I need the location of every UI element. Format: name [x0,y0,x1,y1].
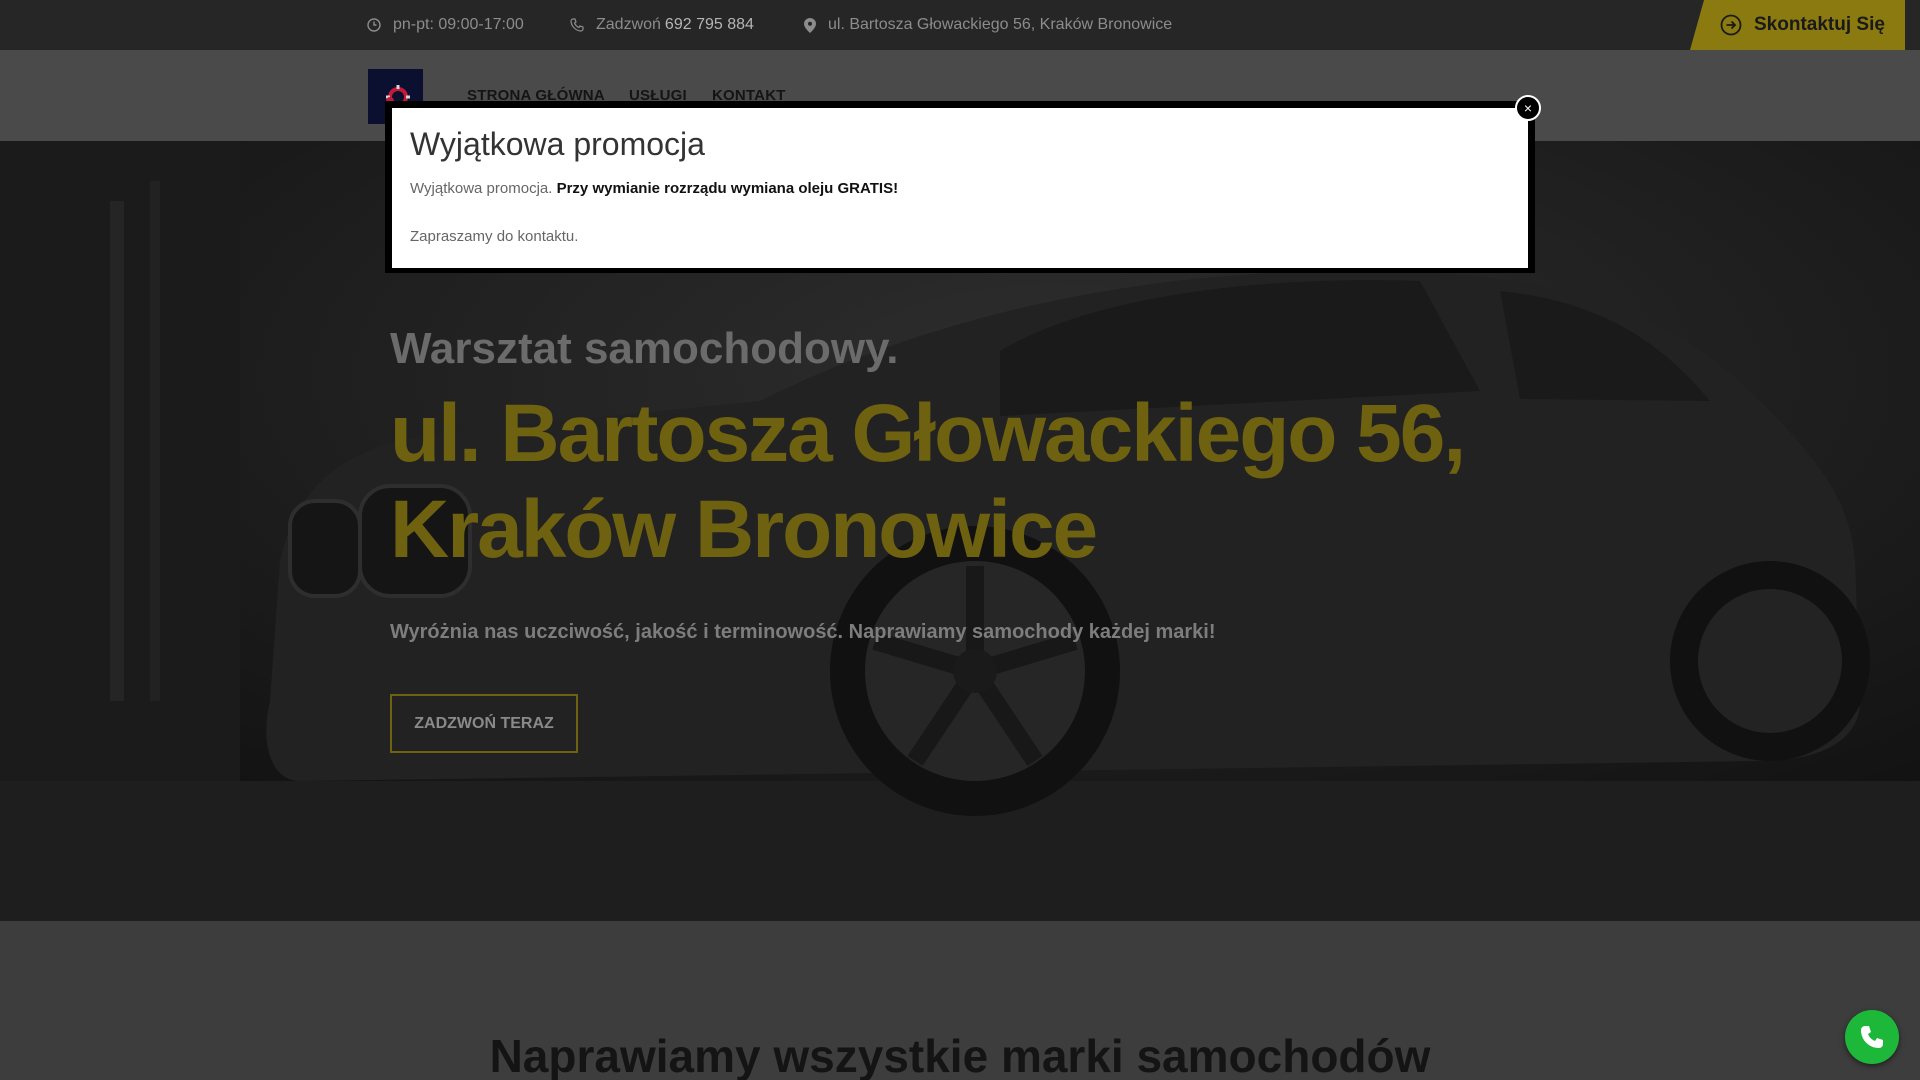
brands-section: Naprawiamy wszystkie marki samochodów [0,921,1920,1080]
promo-modal-text: Wyjątkowa promocja. Przy wymianie rozrzą… [410,180,898,197]
phone-number[interactable]: 692 795 884 [665,16,754,34]
clock-icon [367,18,381,32]
contact-button[interactable]: Skontaktuj Się [1690,0,1905,50]
close-modal-button[interactable]: × [1515,95,1541,121]
brands-section-title: Naprawiamy wszystkie marki samochodów [489,1030,1431,1080]
phone-icon [570,18,584,32]
floating-call-button[interactable] [1845,1010,1899,1064]
opening-hours: pn-pt: 09:00-17:00 [367,0,524,50]
address-text: ul. Bartosza Głowackiego 56, Kraków Bron… [828,16,1173,33]
promo-modal-content: Wyjątkowa promocja Wyjątkowa promocja. P… [392,108,1528,268]
hero-title-line2: Kraków Bronowice [390,484,1098,575]
promo-text-plain: Wyjątkowa promocja. [410,180,553,197]
phone-info[interactable]: Zadzwoń 692 795 884 [570,0,754,50]
address-info: ul. Bartosza Głowackiego 56, Kraków Bron… [804,0,1172,50]
hero-title-line1: ul. Bartosza Głowackiego 56, [390,388,1466,479]
promo-modal-title: Wyjątkowa promocja [410,126,705,162]
phone-prefix: Zadzwoń [596,16,661,33]
arrow-circle-icon [1720,14,1742,36]
call-now-button[interactable]: ZADZWOŃ TERAZ [390,694,578,753]
promo-invite-text: Zapraszamy do kontaktu. [410,228,579,245]
promo-modal: Wyjątkowa promocja Wyjątkowa promocja. P… [385,101,1535,273]
top-info-bar: pn-pt: 09:00-17:00 Zadzwoń 692 795 884 u… [0,0,1920,50]
hero-title: ul. Bartosza Głowackiego 56, Kraków Bron… [390,386,1540,578]
phone-icon [1861,1026,1883,1048]
opening-hours-text: pn-pt: 09:00-17:00 [393,16,524,33]
hero-subtitle: Warsztat samochodowy. [390,324,899,373]
promo-text-bold: Przy wymianie rozrządu wymiana oleju GRA… [556,180,899,197]
page: pn-pt: 09:00-17:00 Zadzwoń 692 795 884 u… [0,0,1920,1080]
hero-description: Wyróżnia nas uczciwość, jakość i termino… [390,621,1216,643]
contact-button-label: Skontaktuj Się [1754,14,1885,35]
map-pin-icon [804,17,816,33]
